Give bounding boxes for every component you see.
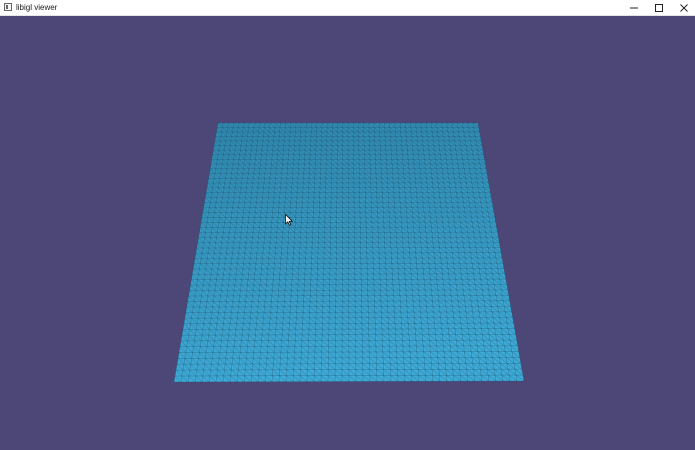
scene-canvas[interactable] [0, 16, 695, 450]
mouse-pointer-icon [285, 214, 293, 226]
window-app-icon [4, 3, 12, 11]
title-bar[interactable]: libigl viewer [0, 0, 695, 16]
maximize-button[interactable] [647, 0, 671, 15]
window-title: libigl viewer [16, 3, 58, 12]
close-icon [680, 3, 688, 12]
close-button[interactable] [672, 0, 695, 15]
minimize-button[interactable] [622, 0, 646, 15]
app-window: libigl viewer [0, 0, 695, 450]
minimize-icon [630, 7, 638, 8]
maximize-icon [655, 3, 663, 12]
render-viewport[interactable] [0, 16, 695, 450]
